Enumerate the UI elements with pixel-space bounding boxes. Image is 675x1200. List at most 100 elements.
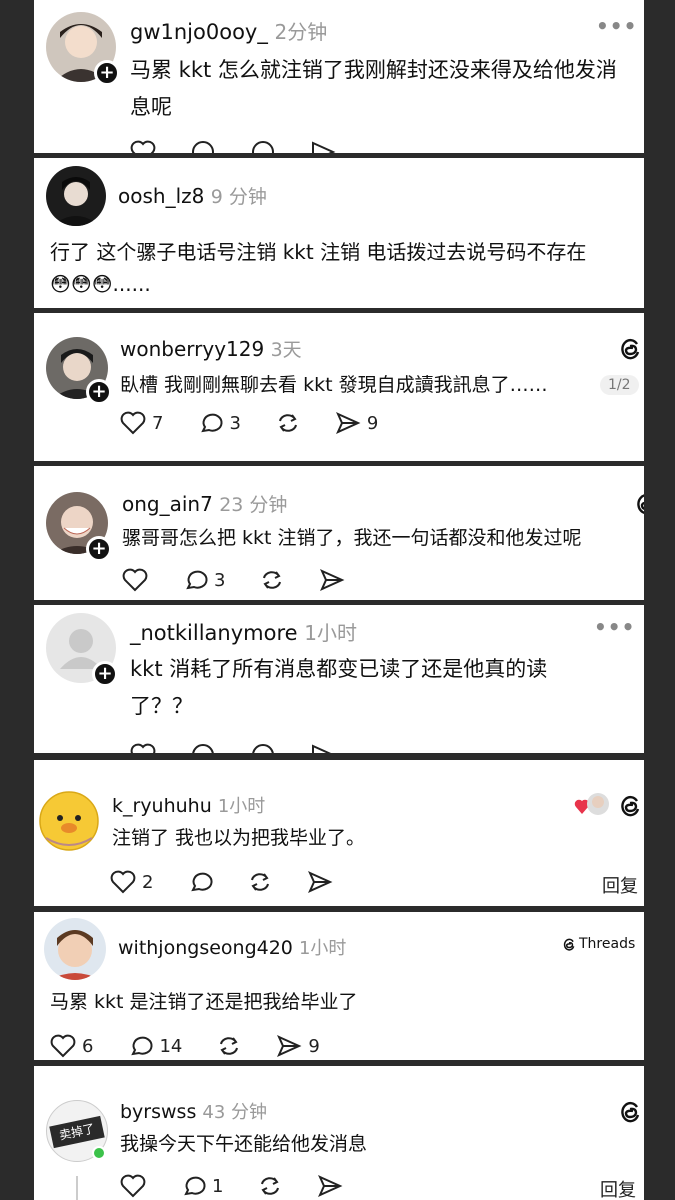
post-card-8: 卖掉了 byrswss 43 分钟 我操今天下午还能给他发消息 1 回复 xyxy=(34,1066,644,1200)
share-icon[interactable] xyxy=(317,1174,343,1198)
emoji-text: 😳😳😳...... xyxy=(50,272,151,296)
heart-icon[interactable] xyxy=(130,140,156,153)
username[interactable]: k_ryuhuhu xyxy=(112,795,212,817)
actions: 3 xyxy=(122,568,379,592)
follow-plus-icon[interactable]: + xyxy=(86,379,112,405)
comment-icon[interactable] xyxy=(190,743,216,753)
timestamp: 3天 xyxy=(270,339,302,361)
timestamp: 43 分钟 xyxy=(202,1102,268,1123)
username-row: withjongseong420 1小时 xyxy=(118,934,346,960)
post-text: 骡哥哥怎么把 kkt 注销了，我还一句话都没和他发过呢 xyxy=(122,527,582,549)
heart-icon[interactable] xyxy=(122,568,148,592)
username-row: wonberryy129 3天 xyxy=(120,335,302,362)
post-card-3: + wonberryy129 3天 臥槽 我剛剛無聊去看 kkt 發現自成讀我訊… xyxy=(34,313,644,461)
comment-icon[interactable]: 3 xyxy=(197,411,241,435)
actions: 1 xyxy=(120,1174,377,1198)
repost-icon[interactable] xyxy=(257,1174,283,1198)
more-horizontal-icon[interactable]: ••• xyxy=(596,14,637,38)
username[interactable]: ong_ain7 xyxy=(122,492,213,516)
threads-logo-icon xyxy=(563,938,575,951)
share-count: 9 xyxy=(308,1035,320,1057)
comment-count: 1 xyxy=(212,1175,224,1197)
repost-icon[interactable] xyxy=(250,743,276,753)
heart-icon[interactable]: 2 xyxy=(110,870,153,894)
share-icon[interactable] xyxy=(310,743,336,753)
follow-plus-icon[interactable]: + xyxy=(86,536,112,562)
actions: 6 14 9 xyxy=(50,1034,354,1058)
comment-count: 3 xyxy=(214,569,226,591)
threads-brand: Threads xyxy=(562,936,635,952)
heart-icon[interactable]: 7 xyxy=(120,411,163,435)
like-count: 2 xyxy=(142,871,154,893)
repost-icon[interactable] xyxy=(216,1034,242,1058)
post-card-1: + gw1njo0ooy_ 2分钟 ••• 马累 kkt 怎么就注销了我刚解封还… xyxy=(34,0,644,153)
comment-icon[interactable]: 1 xyxy=(180,1174,223,1198)
timestamp: 9 分钟 xyxy=(210,186,267,208)
post-card-2: oosh_lz8 9 分钟 行了 这个骡子电话号注销 kkt 注销 电话拨过去说… xyxy=(34,158,644,308)
page-indicator: 1/2 xyxy=(600,375,639,395)
avatar[interactable] xyxy=(46,166,106,226)
liked-by-avatar[interactable] xyxy=(574,792,610,818)
share-icon[interactable] xyxy=(319,568,345,592)
avatar[interactable] xyxy=(38,790,100,852)
like-count: 6 xyxy=(82,1035,94,1057)
heart-icon[interactable] xyxy=(130,743,156,753)
threads-logo-icon[interactable] xyxy=(634,490,644,520)
username-row: _notkillanymore 1小时 xyxy=(130,617,357,646)
username-row: k_ryuhuhu 1小时 xyxy=(112,792,265,818)
share-icon[interactable] xyxy=(307,870,333,894)
username[interactable]: _notkillanymore xyxy=(130,621,298,645)
avatar-stamp: 卖掉了 xyxy=(49,1115,105,1149)
username-row: ong_ain7 23 分钟 xyxy=(122,490,287,517)
post-text: 臥槽 我剛剛無聊去看 kkt 發現自成讀我訊息了…… xyxy=(120,374,548,396)
share-icon[interactable]: 9 xyxy=(335,411,378,435)
post-card-7: withjongseong420 1小时 Threads 马累 kkt 是注销了… xyxy=(34,912,644,1060)
comment-icon[interactable] xyxy=(187,870,213,894)
actions-partial xyxy=(130,140,370,153)
post-text: 注销了 我也以为把我毕业了。 xyxy=(112,827,366,849)
thread-line xyxy=(76,1176,78,1200)
comment-icon[interactable]: 14 xyxy=(127,1034,182,1058)
repost-icon[interactable] xyxy=(250,140,276,153)
reply-button[interactable]: 回复 xyxy=(600,1176,636,1200)
threads-logo-icon[interactable] xyxy=(618,335,642,365)
avatar[interactable] xyxy=(44,918,106,980)
post-text: kkt 消耗了所有消息都变已读了还是他真的读了？？ xyxy=(130,657,548,718)
follow-plus-icon[interactable]: + xyxy=(94,60,120,86)
actions-partial xyxy=(130,743,370,753)
post-card-4: + ong_ain7 23 分钟 骡哥哥怎么把 kkt 注销了，我还一句话都没和… xyxy=(34,466,644,600)
timestamp: 2分钟 xyxy=(274,20,328,44)
username-row: gw1njo0ooy_ 2分钟 xyxy=(130,16,327,45)
username[interactable]: oosh_lz8 xyxy=(118,184,204,208)
heart-icon[interactable] xyxy=(120,1174,146,1198)
username[interactable]: withjongseong420 xyxy=(118,937,293,959)
username[interactable]: gw1njo0ooy_ xyxy=(130,20,268,44)
comment-icon[interactable] xyxy=(190,140,216,153)
threads-logo-icon[interactable] xyxy=(618,1098,642,1128)
share-icon[interactable]: 9 xyxy=(276,1034,320,1058)
heart-icon[interactable]: 6 xyxy=(50,1034,93,1058)
comment-icon[interactable]: 3 xyxy=(182,568,225,592)
online-dot xyxy=(92,1146,106,1160)
username-row: byrswss 43 分钟 xyxy=(120,1098,267,1124)
repost-icon[interactable] xyxy=(247,870,273,894)
reply-button[interactable]: 回复 xyxy=(602,872,638,898)
like-count: 7 xyxy=(152,412,164,434)
repost-icon[interactable] xyxy=(275,411,301,435)
username[interactable]: byrswss xyxy=(120,1101,196,1123)
threads-logo-icon[interactable] xyxy=(618,792,642,822)
post-card-5: + _notkillanymore 1小时 ••• kkt 消耗了所有消息都变已… xyxy=(34,605,644,753)
username-row: oosh_lz8 9 分钟 xyxy=(118,182,267,209)
threads-brand-label: Threads xyxy=(579,936,636,952)
timestamp: 23 分钟 xyxy=(219,494,288,516)
share-icon[interactable] xyxy=(310,140,336,153)
post-text: 我操今天下午还能给他发消息 xyxy=(120,1133,368,1155)
username[interactable]: wonberryy129 xyxy=(120,337,264,361)
post-card-6: k_ryuhuhu 1小时 注销了 我也以为把我毕业了。 2 回复 xyxy=(34,760,644,906)
follow-plus-icon[interactable]: + xyxy=(92,661,118,687)
comment-count: 14 xyxy=(159,1035,183,1057)
more-horizontal-icon[interactable]: ••• xyxy=(594,615,635,639)
repost-icon[interactable] xyxy=(259,568,285,592)
timestamp: 1小时 xyxy=(304,621,357,645)
actions: 7 3 9 xyxy=(120,411,412,435)
